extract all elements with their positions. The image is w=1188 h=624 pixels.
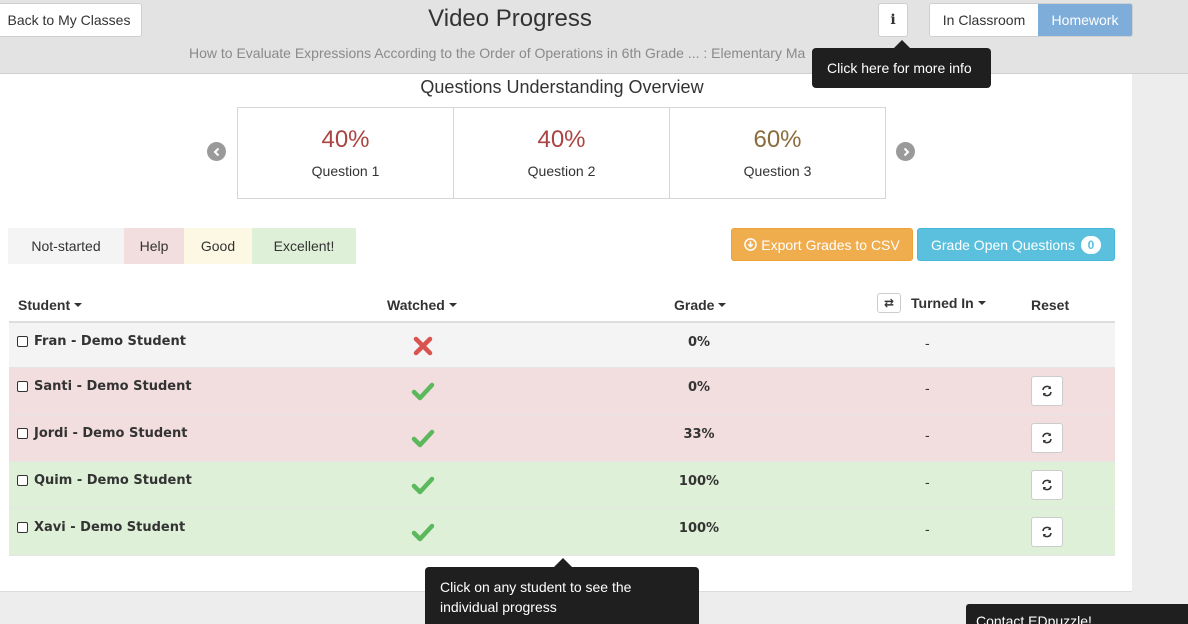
table-row[interactable]: Santi - Demo Student 0% - (9, 368, 1115, 415)
in-classroom-button[interactable]: In Classroom (930, 4, 1038, 36)
row-checkbox[interactable] (17, 522, 28, 533)
check-icon (411, 429, 435, 448)
question-percentage: 40% (321, 126, 370, 153)
student-name-cell: Jordi - Demo Student (17, 426, 187, 441)
caret-down-icon (74, 303, 83, 307)
page-title: Video Progress (428, 5, 592, 32)
turned-in-value: - (925, 380, 930, 396)
row-checkbox[interactable] (17, 428, 28, 439)
student-name-cell: Fran - Demo Student (17, 334, 186, 349)
question-label: Question 3 (743, 163, 812, 179)
grade-open-questions-button[interactable]: Grade Open Questions 0 (917, 228, 1115, 261)
header-label: Grade (674, 297, 715, 313)
reset-header: Reset (1031, 297, 1069, 313)
student-tooltip: Click on any student to see the individu… (425, 558, 699, 624)
table-row[interactable]: Xavi - Demo Student 100% - (9, 509, 1115, 556)
header-label: Turned In (911, 295, 974, 311)
header-label: Reset (1031, 297, 1070, 313)
carousel-next-button[interactable] (896, 142, 915, 161)
info-tooltip: Click here for more info (812, 40, 991, 88)
sort-turned-in-header[interactable]: ⇄ Turned In (877, 293, 986, 313)
question-percentage: 40% (537, 126, 586, 153)
student-name: Xavi - Demo Student (34, 520, 186, 535)
info-button[interactable]: i (878, 3, 908, 37)
check-icon (411, 476, 435, 495)
question-card-2[interactable]: 40% Question 2 (453, 107, 670, 199)
refresh-icon (1042, 479, 1052, 491)
row-checkbox[interactable] (17, 336, 28, 347)
table-row[interactable]: Jordi - Demo Student 33% - (9, 415, 1115, 462)
turned-in-value: - (925, 474, 930, 490)
table-header: Student Watched Grade ⇄ Turned In Reset (9, 287, 1115, 323)
student-name: Jordi - Demo Student (34, 426, 188, 441)
grade-value: 33% (683, 427, 715, 442)
question-card-1[interactable]: 40% Question 1 (237, 107, 454, 199)
sort-watched-header[interactable]: Watched (387, 297, 457, 313)
mode-toggle: In Classroom Homework (929, 3, 1133, 37)
chevron-left-icon (213, 147, 219, 156)
homework-button[interactable]: Homework (1038, 4, 1132, 36)
row-checkbox[interactable] (17, 381, 28, 392)
check-icon (411, 523, 435, 542)
grade-value: 0% (687, 380, 711, 395)
caret-down-icon (718, 303, 727, 307)
table-row[interactable]: Fran - Demo Student 0% - (9, 323, 1115, 368)
chevron-right-icon (903, 147, 909, 156)
grade-value: 100% (678, 474, 720, 489)
legend-not-started: Not-started (8, 228, 124, 264)
legend-excellent: Excellent! (252, 228, 356, 264)
refresh-icon (1042, 385, 1052, 397)
turned-in-value: - (925, 521, 930, 537)
contact-edpuzzle-button[interactable]: Contact EDpuzzle! (966, 604, 1188, 624)
student-name-cell: Santi - Demo Student (17, 379, 192, 394)
row-checkbox[interactable] (17, 475, 28, 486)
check-icon (411, 382, 435, 401)
header-label: Watched (387, 297, 445, 313)
grade-value: 100% (678, 521, 720, 536)
student-name-cell: Quim - Demo Student (17, 473, 192, 488)
question-label: Question 1 (311, 163, 380, 179)
table-row[interactable]: Quim - Demo Student 100% - (9, 462, 1115, 509)
header-label: Student (18, 297, 71, 313)
swap-arrows-icon[interactable]: ⇄ (877, 293, 901, 313)
student-name-cell: Xavi - Demo Student (17, 520, 185, 535)
question-card-3[interactable]: 60% Question 3 (669, 107, 886, 199)
student-name: Quim - Demo Student (34, 473, 192, 488)
caret-down-icon (448, 303, 457, 307)
video-subtitle: How to Evaluate Expressions According to… (189, 45, 806, 61)
question-label: Question 2 (527, 163, 596, 179)
open-questions-count-badge: 0 (1080, 235, 1101, 254)
refresh-icon (1042, 432, 1052, 444)
student-name: Fran - Demo Student (34, 334, 186, 349)
header-bar: Back to My Classes Video Progress How to… (0, 0, 1188, 74)
cross-icon (413, 336, 433, 356)
question-cards: 40% Question 1 40% Question 2 60% Questi… (237, 107, 886, 199)
status-legend: Not-started Help Good Excellent! (8, 228, 356, 264)
students-table: Student Watched Grade ⇄ Turned In Reset … (9, 287, 1115, 556)
export-grades-button[interactable]: Export Grades to CSV (731, 228, 913, 261)
export-grades-label: Export Grades to CSV (761, 236, 900, 253)
turned-in-value: - (925, 427, 930, 443)
legend-help: Help (124, 228, 184, 264)
student-name: Santi - Demo Student (34, 379, 192, 394)
grade-open-questions-label: Grade Open Questions (931, 236, 1075, 253)
grade-value: 0% (687, 335, 711, 350)
question-percentage: 60% (753, 126, 802, 153)
carousel-prev-button[interactable] (207, 142, 226, 161)
turned-in-value: - (925, 335, 930, 351)
sort-grade-header[interactable]: Grade (674, 297, 727, 313)
reset-button[interactable] (1031, 517, 1063, 547)
reset-button[interactable] (1031, 423, 1063, 453)
refresh-icon (1042, 526, 1052, 538)
sort-student-header[interactable]: Student (18, 297, 83, 313)
reset-button[interactable] (1031, 376, 1063, 406)
download-circle-icon (744, 238, 758, 251)
caret-down-icon (977, 301, 986, 305)
legend-good: Good (184, 228, 252, 264)
reset-button[interactable] (1031, 470, 1063, 500)
